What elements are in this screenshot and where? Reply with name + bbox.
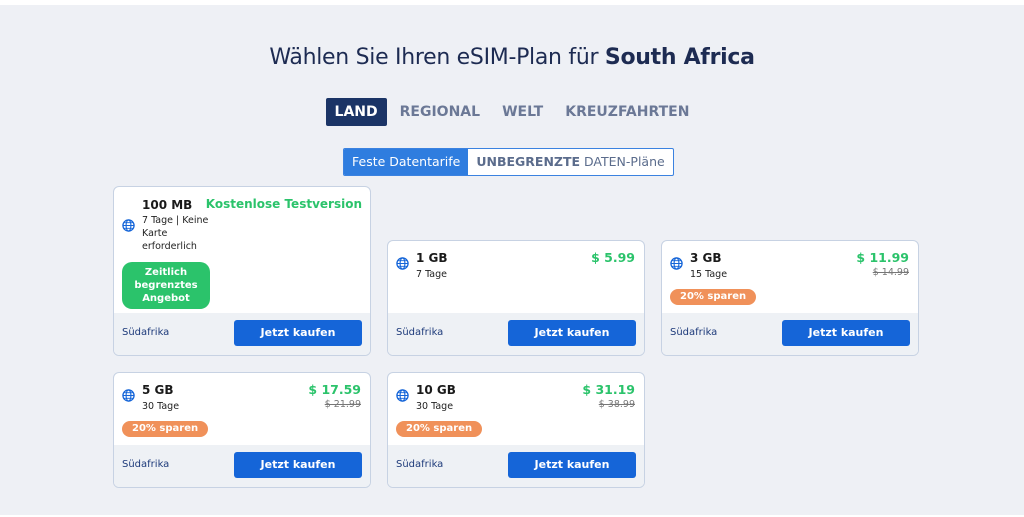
plan-old-price: $ 21.99 — [324, 399, 361, 410]
plan-country: Südafrika — [396, 327, 444, 338]
plan-card-100mb[interactable]: 100 MB Kostenlose Testversion 7 Tage | K… — [113, 186, 371, 356]
validity-line-1: 7 Tage | Keine — [142, 215, 209, 226]
plan-country: Südafrika — [122, 327, 170, 338]
tab-land[interactable]: LAND — [325, 98, 387, 126]
plan-card-10gb[interactable]: 10 GB 30 Tage $ 31.19 $ 38.99 20% sparen… — [387, 372, 645, 488]
plan-country: Südafrika — [396, 459, 444, 470]
plan-data-amount: 100 MB — [142, 198, 193, 212]
plan-validity: 7 Tage — [416, 269, 447, 280]
fixed-data-option[interactable]: Feste Datentarife — [344, 149, 469, 175]
plan-country: Südafrika — [670, 327, 718, 338]
buy-now-button[interactable]: Jetzt kaufen — [508, 452, 636, 478]
plan-old-price: $ 38.99 — [598, 399, 635, 410]
plan-card-5gb[interactable]: 5 GB 30 Tage $ 17.59 $ 21.99 20% sparen … — [113, 372, 371, 488]
plan-old-price: $ 14.99 — [872, 267, 909, 278]
plan-type-toggle: Feste Datentarife UNBEGRENZTE DATEN-Plän… — [343, 148, 674, 176]
plan-data-amount: 1 GB — [416, 251, 448, 265]
validity-line-3: erforderlich — [142, 241, 197, 252]
unlimited-bold-label: UNBEGRENZTE — [476, 154, 581, 169]
plan-validity: 30 Tage — [416, 401, 454, 412]
page-title: Wählen Sie Ihren eSIM-Plan für South Afr… — [0, 45, 1024, 70]
plan-data-amount: 3 GB — [690, 251, 722, 265]
validity-line-2: Karte — [142, 228, 168, 239]
globe-icon — [122, 219, 135, 232]
plan-price: $ 17.59 — [308, 382, 361, 397]
buy-now-button[interactable]: Jetzt kaufen — [782, 320, 910, 346]
free-trial-label: Kostenlose Testversion — [205, 197, 362, 211]
save-badge: 20% sparen — [670, 289, 757, 305]
plan-data-amount: 10 GB — [416, 383, 456, 397]
plan-footer: Südafrika Jetzt kaufen — [114, 445, 370, 487]
plan-validity: 30 Tage — [142, 401, 180, 412]
plan-country: Südafrika — [122, 459, 170, 470]
page-background: Wählen Sie Ihren eSIM-Plan für South Afr… — [0, 5, 1024, 515]
region-tabs: LAND REGIONAL WELT KREUZFAHRTEN — [0, 98, 1024, 126]
save-badge: 20% sparen — [396, 421, 483, 437]
plan-data-amount: 5 GB — [142, 383, 174, 397]
title-country: South Africa — [604, 45, 755, 70]
offer-line-3: Angebot — [142, 293, 190, 304]
plan-footer: Südafrika Jetzt kaufen — [662, 313, 918, 355]
title-prefix: Wählen Sie Ihren eSIM-Plan für — [269, 45, 599, 70]
globe-icon — [396, 257, 409, 270]
buy-now-button[interactable]: Jetzt kaufen — [234, 452, 362, 478]
plan-footer: Südafrika Jetzt kaufen — [114, 313, 370, 355]
offer-line-2: begrenztes — [134, 280, 198, 291]
unlimited-data-option[interactable]: UNBEGRENZTE DATEN-Pläne — [468, 149, 672, 175]
plan-footer: Südafrika Jetzt kaufen — [388, 313, 644, 355]
unlimited-rest-label: DATEN-Pläne — [580, 154, 665, 169]
plan-validity: 7 Tage | Keine Karte erforderlich — [142, 214, 208, 253]
offer-line-1: Zeitlich — [144, 267, 188, 278]
buy-now-button[interactable]: Jetzt kaufen — [508, 320, 636, 346]
tab-regional[interactable]: REGIONAL — [391, 98, 489, 126]
globe-icon — [396, 389, 409, 402]
save-badge: 20% sparen — [122, 421, 209, 437]
plan-footer: Südafrika Jetzt kaufen — [388, 445, 644, 487]
plan-card-1gb[interactable]: 1 GB 7 Tage $ 5.99 Südafrika Jetzt kaufe… — [387, 240, 645, 356]
globe-icon — [670, 257, 683, 270]
plan-price: $ 5.99 — [591, 250, 635, 265]
plan-validity: 15 Tage — [690, 269, 728, 280]
plan-price: $ 11.99 — [856, 250, 909, 265]
tab-kreuzfahrten[interactable]: KREUZFAHRTEN — [556, 98, 698, 126]
plan-card-3gb[interactable]: 3 GB 15 Tage $ 11.99 $ 14.99 20% sparen … — [661, 240, 919, 356]
globe-icon — [122, 389, 135, 402]
plan-price: $ 31.19 — [582, 382, 635, 397]
limited-offer-badge: Zeitlich begrenztes Angebot — [122, 262, 210, 309]
tab-welt[interactable]: WELT — [493, 98, 552, 126]
buy-now-button[interactable]: Jetzt kaufen — [234, 320, 362, 346]
